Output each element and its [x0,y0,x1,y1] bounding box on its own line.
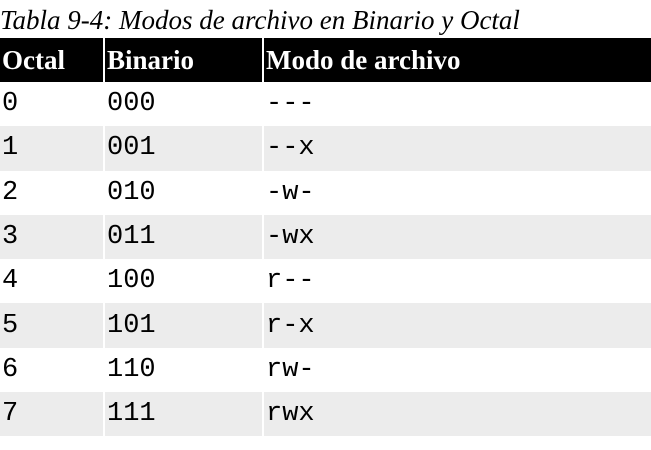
cell-binario: 110 [103,347,263,393]
file-modes-table: Octal Binario Modo de archivo 0 000 --- … [0,38,651,437]
cell-octal: 5 [0,303,104,348]
cell-binario: 010 [103,170,263,215]
header-modo: Modo de archivo [262,38,651,82]
cell-modo: --- [262,82,651,127]
cell-octal: 3 [0,214,104,260]
cell-octal: 6 [0,347,104,393]
cell-octal: 0 [0,82,104,127]
cell-binario: 011 [103,214,263,260]
cell-binario: 101 [103,303,263,348]
table-row: 6 110 rw- [0,347,651,393]
cell-modo: rw- [262,347,651,393]
table-row: 1 001 --x [0,126,651,171]
cell-binario: 000 [103,82,263,127]
cell-modo: r-x [262,303,651,348]
cell-modo: -w- [262,170,651,215]
cell-modo: -wx [262,214,651,260]
table-caption: Tabla 9-4: Modos de archivo en Binario y… [0,5,520,35]
table-row: 5 101 r-x [0,303,651,348]
cell-binario: 111 [103,392,263,437]
cell-binario: 100 [103,259,263,304]
header-row: Octal Binario Modo de archivo [0,38,651,82]
cell-modo: rwx [262,392,651,437]
cell-modo: r-- [262,259,651,304]
cell-octal: 7 [0,392,104,437]
table-row: 3 011 -wx [0,214,651,260]
cell-octal: 1 [0,126,104,171]
table-row: 7 111 rwx [0,392,651,437]
table-row: 0 000 --- [0,82,651,127]
table-header: Octal Binario Modo de archivo [0,38,651,82]
table-body: 0 000 --- 1 001 --x 2 010 -w- 3 011 -wx … [0,82,651,437]
header-binario: Binario [103,38,263,82]
table-row: 2 010 -w- [0,170,651,215]
cell-modo: --x [262,126,651,171]
cell-octal: 4 [0,259,104,304]
cell-octal: 2 [0,170,104,215]
table-row: 4 100 r-- [0,259,651,304]
header-octal: Octal [0,38,104,82]
cell-binario: 001 [103,126,263,171]
